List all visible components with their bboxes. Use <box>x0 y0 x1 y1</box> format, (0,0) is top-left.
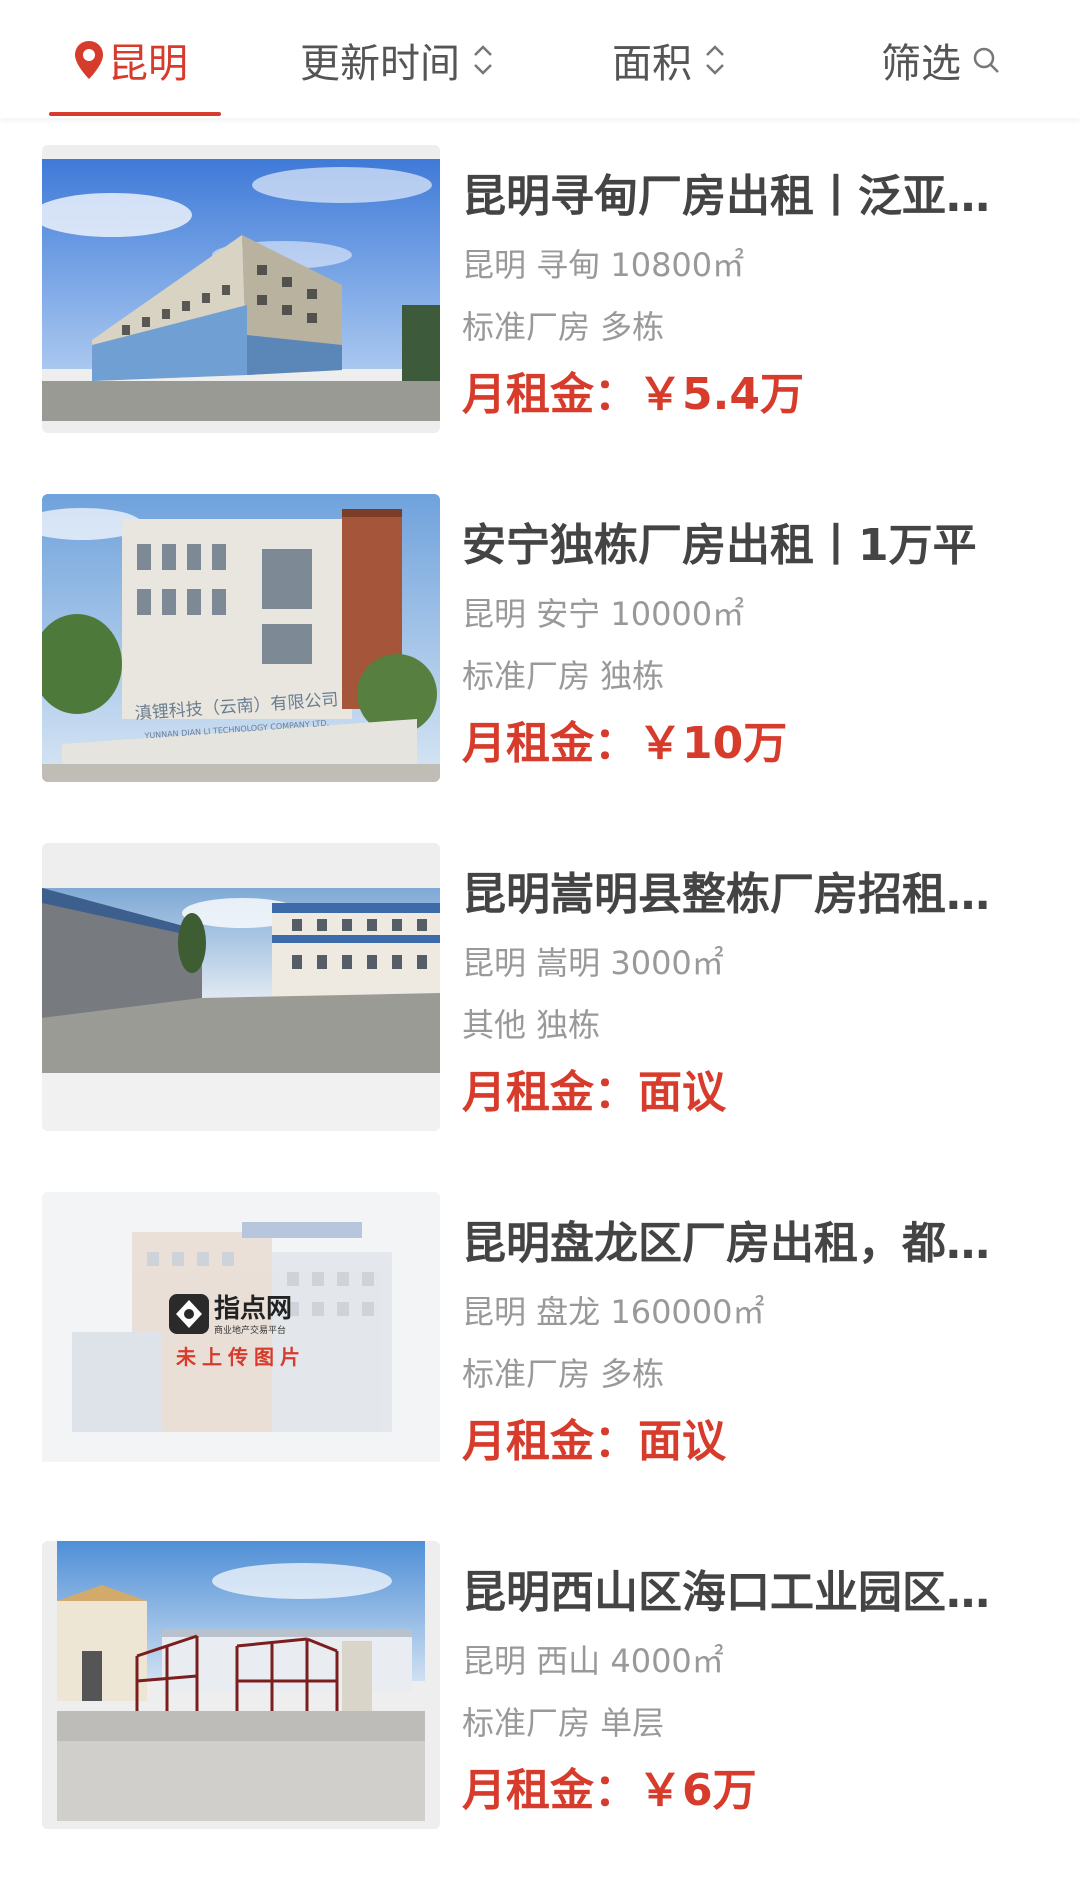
location-pin-icon <box>74 40 104 80</box>
listing-card[interactable]: 滇锂科技（云南）有限公司 YUNNAN DIAN LI TECHNOLOGY C… <box>0 494 1080 784</box>
area-label: 面积 <box>612 41 692 87</box>
listing-rent: 月租金：￥5.4万 <box>462 369 804 420</box>
listing-rent: 月租金：面议 <box>462 1416 726 1467</box>
listing-category: 标准厂房 多栋 <box>462 1355 665 1393</box>
listing-card[interactable]: 指点网 商业地产交易平台 未上传图片 昆明盘龙区厂房出租，都… 昆明 盘龙 16… <box>0 1192 1080 1482</box>
listing-title: 安宁独栋厂房出租丨1万平 <box>462 520 977 571</box>
city-selector[interactable]: 昆明 <box>74 30 188 90</box>
listing-title: 昆明西山区海口工业园区… <box>462 1567 990 1618</box>
filter-label: 筛选 <box>881 41 961 87</box>
sort-updown-icon <box>472 42 494 78</box>
listing-rent: 月租金：面议 <box>462 1067 726 1118</box>
sort-updown-icon <box>704 42 726 78</box>
listing-category: 其他 独栋 <box>462 1006 601 1044</box>
brand-logo-icon <box>169 1294 209 1334</box>
active-tab-underline <box>49 112 221 116</box>
listing-title: 昆明盘龙区厂房出租，都… <box>462 1218 990 1269</box>
listing-card[interactable]: 昆明寻甸厂房出租丨泛亚… 昆明 寻甸 10800㎡ 标准厂房 多栋 月租金：￥5… <box>0 145 1080 435</box>
filter-bar: 昆明 更新时间 面积 筛选 <box>0 0 1080 118</box>
listing-rent: 月租金：￥10万 <box>462 718 788 769</box>
listing-location: 昆明 盘龙 160000㎡ <box>462 1293 765 1331</box>
listing-card[interactable]: 昆明嵩明县整栋厂房招租… 昆明 嵩明 3000㎡ 其他 独栋 月租金：面议 <box>0 843 1080 1133</box>
city-label: 昆明 <box>108 41 188 87</box>
filter-button[interactable]: 筛选 <box>881 30 1001 90</box>
placeholder-brand: 指点网 <box>214 1293 292 1324</box>
listing-photo <box>42 1541 440 1829</box>
listing-photo: 滇锂科技（云南）有限公司 YUNNAN DIAN LI TECHNOLOGY C… <box>42 494 440 782</box>
update-time-label: 更新时间 <box>300 41 460 87</box>
listing-photo <box>42 145 440 433</box>
sort-update-time[interactable]: 更新时间 <box>300 30 494 90</box>
listing-location: 昆明 嵩明 3000㎡ <box>462 944 724 982</box>
sort-area[interactable]: 面积 <box>612 30 726 90</box>
listing-title: 昆明嵩明县整栋厂房招租… <box>462 869 990 920</box>
listing-title: 昆明寻甸厂房出租丨泛亚… <box>462 171 990 222</box>
listing-photo <box>42 843 440 1131</box>
listing-card[interactable]: 昆明西山区海口工业园区… 昆明 西山 4000㎡ 标准厂房 单层 月租金：￥6万 <box>0 1541 1080 1831</box>
placeholder-tagline: 商业地产交易平台 <box>214 1324 286 1336</box>
listing-location: 昆明 安宁 10000㎡ <box>462 595 745 633</box>
listing-rent: 月租金：￥6万 <box>462 1765 757 1816</box>
listing-location: 昆明 寻甸 10800㎡ <box>462 246 745 284</box>
placeholder-notice: 未上传图片 <box>176 1345 306 1369</box>
listing-photo-placeholder: 指点网 商业地产交易平台 未上传图片 <box>42 1192 440 1480</box>
listing-location: 昆明 西山 4000㎡ <box>462 1642 724 1680</box>
search-icon <box>971 45 1001 75</box>
listing-category: 标准厂房 独栋 <box>462 657 665 695</box>
listing-category: 标准厂房 单层 <box>462 1704 665 1742</box>
listing-category: 标准厂房 多栋 <box>462 308 665 346</box>
